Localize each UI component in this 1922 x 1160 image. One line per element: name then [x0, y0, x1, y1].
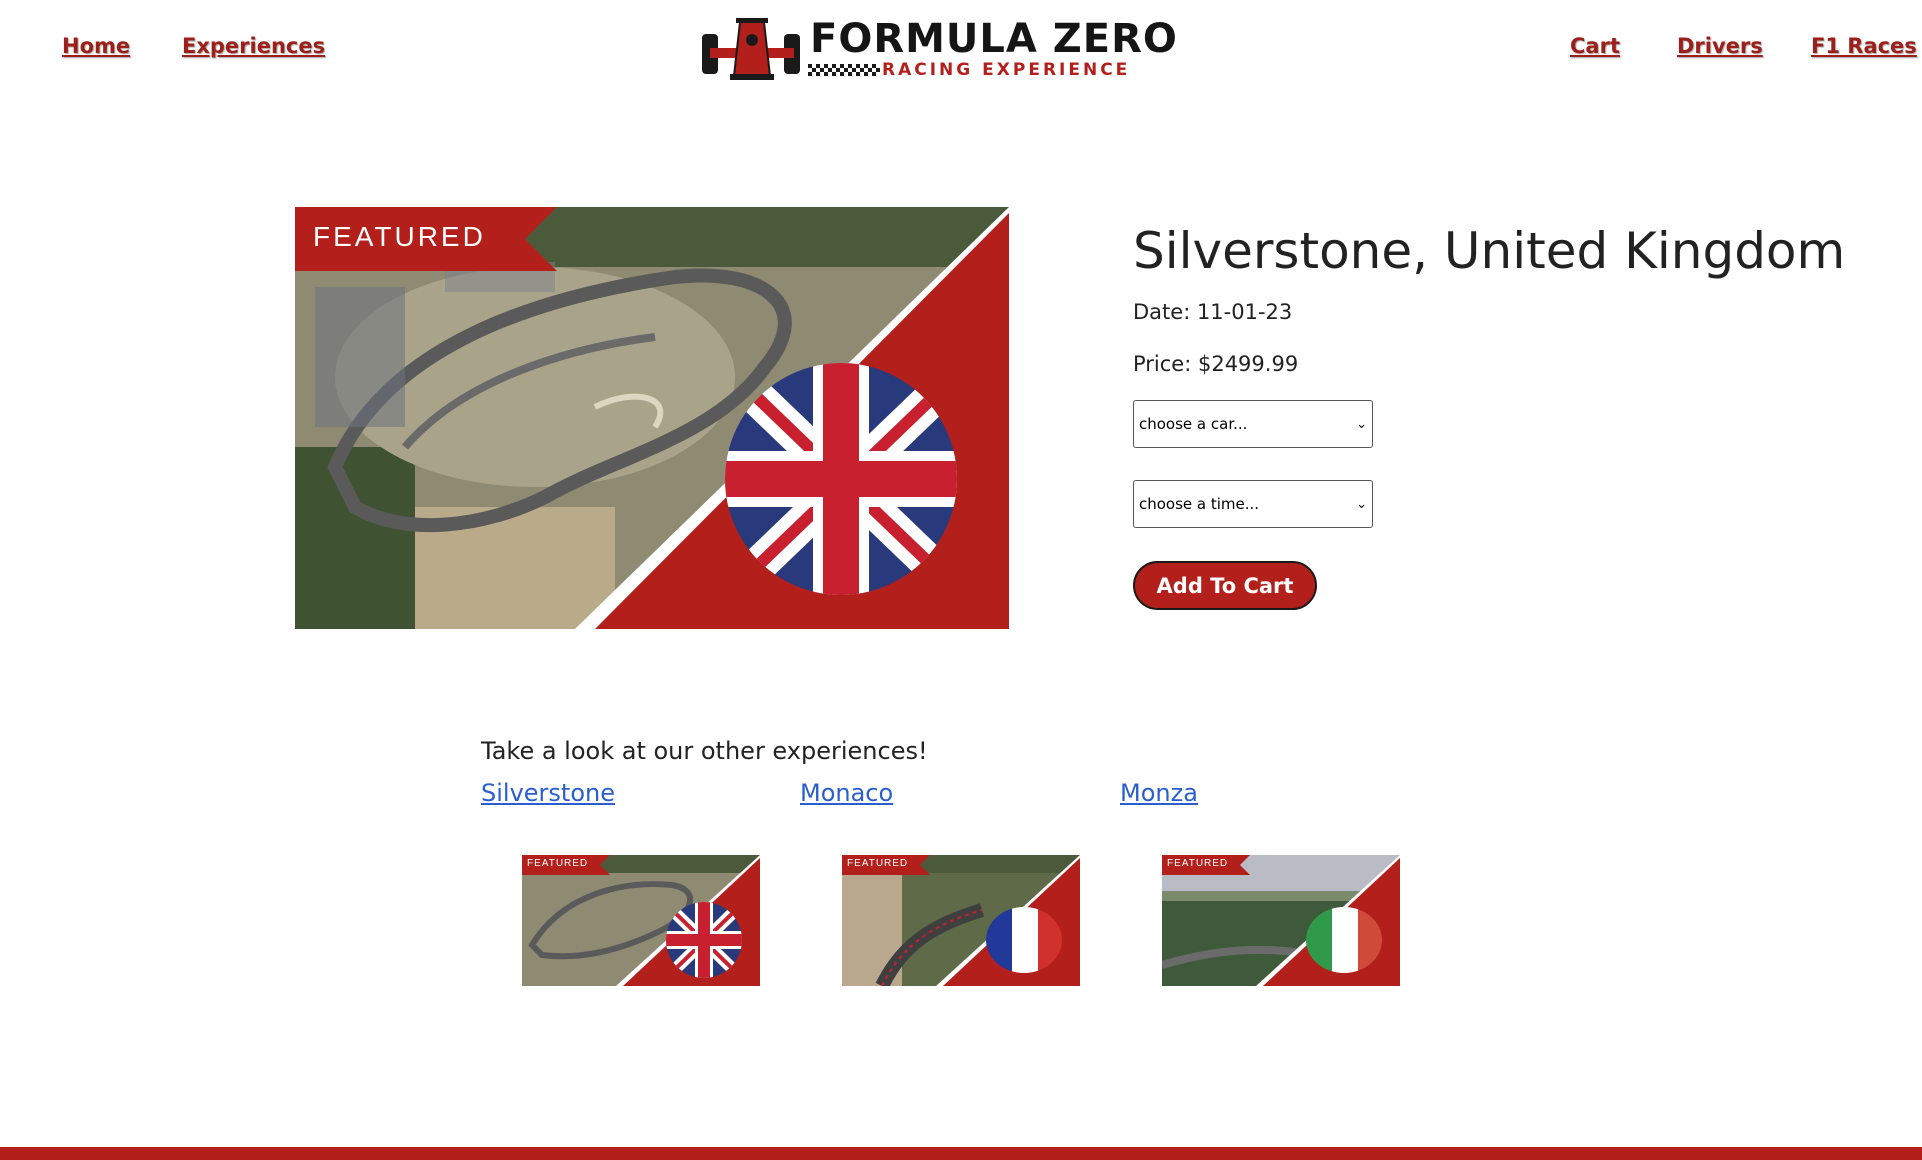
silverstone-featured-image: FEATURED [295, 207, 1009, 629]
featured-badge: FEATURED [1167, 858, 1229, 869]
nav-home-link[interactable]: Home [62, 34, 130, 58]
experience-link-silverstone[interactable]: Silverstone [481, 779, 615, 807]
nav-f1-races-link[interactable]: F1 Races [1811, 34, 1917, 58]
event-price: Price: $2499.99 [1133, 352, 1299, 376]
footer-bar [0, 1147, 1922, 1160]
page-title: Silverstone, United Kingdom [1133, 222, 1846, 280]
event-date: Date: 11-01-23 [1133, 300, 1293, 324]
time-select-value: choose a time... [1139, 495, 1260, 513]
chevron-down-icon: ⌄ [1356, 496, 1367, 512]
featured-badge: FEATURED [313, 221, 486, 252]
experience-link-monaco[interactable]: Monaco [800, 779, 893, 807]
car-select-value: choose a car... [1139, 415, 1248, 433]
time-select[interactable]: choose a time... ⌄ [1133, 480, 1373, 528]
featured-badge: FEATURED [527, 858, 589, 869]
featured-badge: FEATURED [847, 858, 909, 869]
race-car-icon [702, 18, 800, 80]
nav-experiences-link[interactable]: Experiences [182, 34, 325, 58]
checkered-flag-pattern [808, 64, 880, 78]
nav-cart-link[interactable]: Cart [1570, 34, 1620, 58]
experience-thumbnail-monza[interactable]: FEATURED [1162, 855, 1400, 986]
other-experiences-heading: Take a look at our other experiences! [481, 737, 928, 765]
nav-drivers-link[interactable]: Drivers [1677, 34, 1763, 58]
experience-link-monza[interactable]: Monza [1120, 779, 1198, 807]
add-to-cart-button[interactable]: Add To Cart [1133, 561, 1317, 610]
page: Home Experiences FORMULA ZERO RACING EXP… [0, 0, 1922, 1160]
formula-zero-logo[interactable]: FORMULA ZERO RACING EXPERIENCE [700, 16, 1177, 84]
experience-thumbnail-monaco[interactable]: FEATURED [842, 855, 1080, 986]
car-select[interactable]: choose a car... ⌄ [1133, 400, 1373, 448]
logo-subtitle: RACING EXPERIENCE [882, 60, 1131, 80]
chevron-down-icon: ⌄ [1356, 416, 1367, 432]
logo-title: FORMULA ZERO [810, 16, 1178, 62]
experience-thumbnail-silverstone[interactable]: FEATURED [522, 855, 760, 986]
